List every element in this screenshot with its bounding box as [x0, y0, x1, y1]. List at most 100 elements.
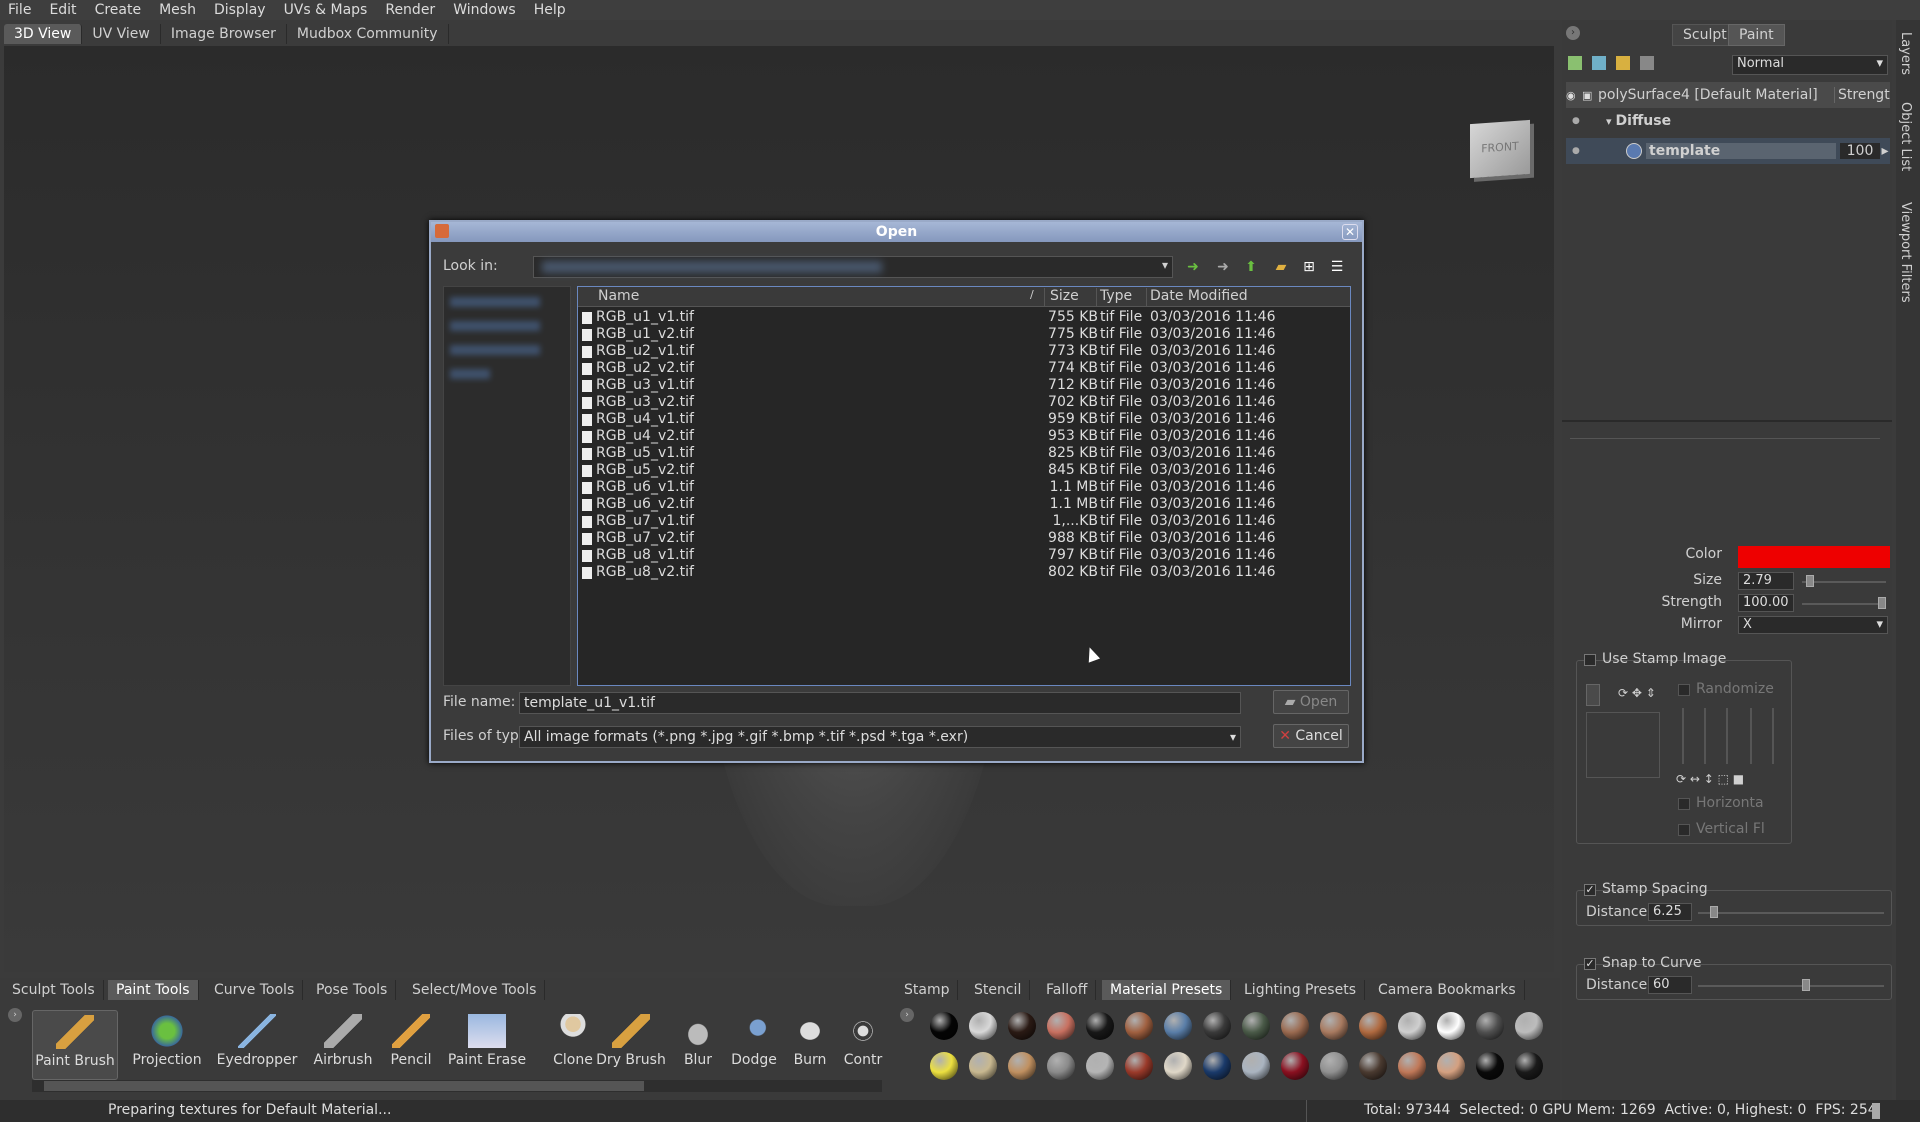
tab-layers[interactable]: Layers	[1898, 32, 1913, 75]
material-preset-swatch[interactable]	[1281, 1012, 1309, 1040]
close-icon[interactable]: ✕	[1342, 224, 1358, 240]
material-preset-swatch[interactable]	[1437, 1012, 1465, 1040]
tab-lighting-presets[interactable]: Lighting Presets	[1236, 980, 1365, 1000]
folder-icon[interactable]	[1616, 56, 1630, 70]
file-row[interactable]: RGB_u3_v2.tif 702 KB tif File 03/03/2016 11…	[578, 394, 1350, 411]
file-row[interactable]: RGB_u8_v2.tif 802 KB tif File 03/03/2016 11…	[578, 564, 1350, 581]
tab-falloff[interactable]: Falloff	[1038, 980, 1097, 1000]
tab-image-browser[interactable]: Image Browser	[161, 24, 287, 44]
material-preset-swatch[interactable]	[1281, 1052, 1309, 1080]
new-layer-icon[interactable]	[1568, 56, 1582, 70]
dialog-titlebar[interactable]: Open	[431, 222, 1362, 242]
view-cube[interactable]: FRONT	[1470, 119, 1530, 179]
material-preset-swatch[interactable]	[1047, 1052, 1075, 1080]
file-row[interactable]: RGB_u7_v1.tif 1,...KB tif File 03/03/2016 1…	[578, 513, 1350, 530]
material-preset-swatch[interactable]	[1242, 1052, 1270, 1080]
tray-collapse-icon[interactable]: ›	[8, 1008, 22, 1022]
material-preset-swatch[interactable]	[969, 1012, 997, 1040]
file-row[interactable]: RGB_u5_v2.tif 845 KB tif File 03/03/2016 11…	[578, 462, 1350, 479]
material-preset-swatch[interactable]	[1125, 1012, 1153, 1040]
file-row[interactable]: RGB_u1_v2.tif 775 KB tif File 03/03/2016 11…	[578, 326, 1350, 343]
material-preset-swatch[interactable]	[1320, 1052, 1348, 1080]
tab-viewport-filters[interactable]: Viewport Filters	[1898, 202, 1913, 303]
tab-pose-tools[interactable]: Pose Tools	[308, 980, 397, 1000]
tab-stamp[interactable]: Stamp	[896, 980, 959, 1000]
material-preset-swatch[interactable]	[1515, 1012, 1543, 1040]
stamp-preview[interactable]	[1586, 712, 1660, 778]
up-arrow-icon[interactable]: ⬆	[1241, 257, 1261, 277]
snap-distance-slider[interactable]	[1698, 985, 1884, 987]
menu-render[interactable]: Render	[385, 2, 435, 18]
open-button[interactable]: ▰ Open	[1273, 690, 1349, 714]
use-stamp-checkbox[interactable]	[1584, 654, 1596, 666]
material-preset-swatch[interactable]	[1359, 1012, 1387, 1040]
file-row[interactable]: RGB_u6_v2.tif 1.1 MB tif File 03/03/2016 11…	[578, 496, 1350, 513]
stamp-distance-handle[interactable]	[1710, 906, 1718, 918]
tools-scrollbar[interactable]	[32, 1080, 882, 1092]
stamp-pick-icon[interactable]	[1586, 684, 1600, 706]
material-preset-swatch[interactable]	[930, 1052, 958, 1080]
file-row[interactable]: RGB_u5_v1.tif 825 KB tif File 03/03/2016 11…	[578, 445, 1350, 462]
tab-uv-view[interactable]: UV View	[82, 24, 161, 44]
material-preset-swatch[interactable]	[1203, 1052, 1231, 1080]
file-list[interactable]: Name ∕ Size Type Date Modified RGB_u1_v1…	[577, 286, 1351, 686]
stamp-spacing-checkbox[interactable]: ✓	[1584, 884, 1596, 896]
tab-select-move-tools[interactable]: Select/Move Tools	[404, 980, 546, 1000]
material-preset-swatch[interactable]	[1476, 1012, 1504, 1040]
snap-distance-handle[interactable]	[1802, 979, 1810, 991]
material-preset-swatch[interactable]	[1437, 1052, 1465, 1080]
material-preset-swatch[interactable]	[1164, 1012, 1192, 1040]
menu-display[interactable]: Display	[214, 2, 266, 18]
material-preset-swatch[interactable]	[1164, 1052, 1192, 1080]
strength-field[interactable]: 100.00	[1738, 594, 1794, 612]
detail-view-icon[interactable]: ☰	[1327, 257, 1347, 277]
lock-icon[interactable]: ▣	[1582, 89, 1598, 102]
files-of-type-select[interactable]: All image formats (*.png *.jpg *.gif *.b…	[519, 726, 1241, 748]
tab-material-presets[interactable]: Material Presets	[1102, 980, 1232, 1000]
delete-layer-icon[interactable]	[1640, 56, 1654, 70]
material-preset-swatch[interactable]	[1008, 1012, 1036, 1040]
randomize-checkbox[interactable]	[1678, 684, 1690, 696]
material-preset-swatch[interactable]	[1125, 1052, 1153, 1080]
vertical-flip-checkbox[interactable]	[1678, 824, 1690, 836]
size-slider[interactable]	[1802, 581, 1886, 583]
material-preset-swatch[interactable]	[1242, 1012, 1270, 1040]
layer-row-template[interactable]: ● template 100 ▸	[1566, 138, 1890, 164]
look-in-select[interactable]: ▾	[533, 256, 1173, 278]
menu-uvs-maps[interactable]: UVs & Maps	[284, 2, 368, 18]
layer-opacity[interactable]: 100	[1840, 143, 1880, 159]
stamp-distance-slider[interactable]	[1698, 912, 1884, 914]
size-field[interactable]: 2.79	[1738, 572, 1794, 590]
stamp-distance-field[interactable]: 6.25	[1648, 903, 1692, 921]
menu-mesh[interactable]: Mesh	[159, 2, 196, 18]
triangle-down-icon[interactable]: ▾	[1606, 115, 1612, 128]
visibility-dot-icon[interactable]: ●	[1566, 146, 1626, 156]
material-preset-swatch[interactable]	[1086, 1012, 1114, 1040]
tool-paint-brush[interactable]: Paint Brush	[32, 1010, 118, 1080]
material-collapse-icon[interactable]: ›	[900, 1008, 914, 1022]
column-size[interactable]: Size	[1050, 288, 1079, 304]
color-swatch[interactable]	[1738, 546, 1890, 568]
stamp-flip-icons[interactable]: ⟳ ↔ ↕ ⬚ ■	[1676, 772, 1744, 786]
channel-row[interactable]: ● ▾ Diffuse	[1566, 108, 1890, 134]
menu-edit[interactable]: Edit	[49, 2, 76, 18]
eye-icon[interactable]: ◉	[1566, 89, 1582, 102]
tab-sculpt-tools[interactable]: Sculpt Tools	[4, 980, 104, 1000]
snap-distance-field[interactable]: 60	[1648, 976, 1692, 994]
file-row[interactable]: RGB_u3_v1.tif 712 KB tif File 03/03/2016 11…	[578, 377, 1350, 394]
material-preset-swatch[interactable]	[1476, 1052, 1504, 1080]
tool-paint-erase[interactable]: Paint Erase	[442, 1010, 532, 1080]
file-row[interactable]: RGB_u4_v2.tif 953 KB tif File 03/03/2016 11…	[578, 428, 1350, 445]
blend-mode-select[interactable]: Normal ▾	[1732, 55, 1888, 75]
tab-stencil[interactable]: Stencil	[966, 980, 1031, 1000]
horizontal-flip-checkbox[interactable]	[1678, 798, 1690, 810]
menu-file[interactable]: File	[8, 2, 31, 18]
forward-arrow-icon[interactable]: ➜	[1213, 257, 1233, 277]
column-type[interactable]: Type	[1100, 288, 1132, 304]
strength-slider-handle[interactable]	[1878, 597, 1886, 609]
tab-curve-tools[interactable]: Curve Tools	[206, 980, 304, 1000]
file-row[interactable]: RGB_u6_v1.tif 1.1 MB tif File 03/03/2016 11…	[578, 479, 1350, 496]
strength-slider[interactable]	[1802, 603, 1886, 605]
icon-view-icon[interactable]: ⊞	[1299, 257, 1319, 277]
material-preset-swatch[interactable]	[1359, 1052, 1387, 1080]
